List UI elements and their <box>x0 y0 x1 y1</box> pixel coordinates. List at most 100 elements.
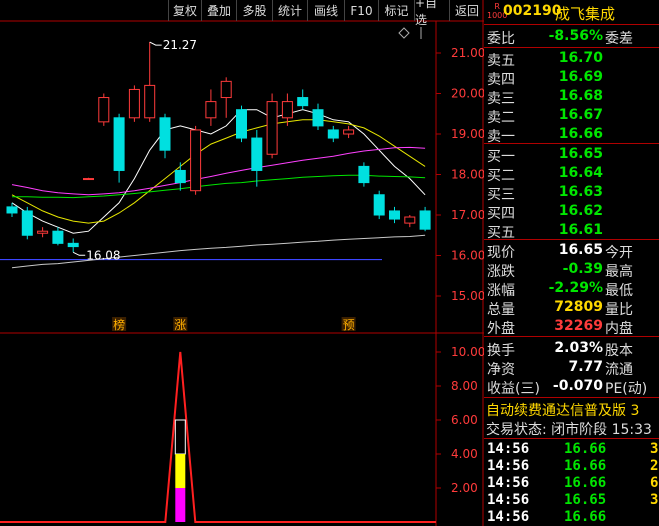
stock-header: R 1000 002190 成飞集成 <box>484 0 659 24</box>
annotation-leader <box>72 251 86 256</box>
kline-chart-area[interactable]: 21.00 20.00 19.00 18.00 17.00 16.00 15.00 10.00… <box>0 0 484 526</box>
stats-label: 净资 <box>487 362 515 378</box>
tick-volume: 3 <box>650 492 659 508</box>
tick-row: 14:56 16.66 <box>484 508 659 526</box>
tick-volume: 3 <box>650 441 659 457</box>
candle-body <box>98 97 110 123</box>
candle-body <box>128 88 140 119</box>
ask-label: 卖三 <box>487 91 515 107</box>
candle-body <box>373 194 385 216</box>
y-tick-label: 19.00 <box>451 127 484 141</box>
tick-price: 16.66 <box>564 441 607 457</box>
quote-panel: R 1000 002190 成飞集成 委比 -8.56% 委差 卖五 16.70 卖… <box>484 0 659 526</box>
stats-value: -0.070 <box>552 378 603 394</box>
bid-row: 买一 16.65 <box>484 145 659 165</box>
quote-label-2: 内盘 <box>605 321 633 337</box>
ask-price: 16.68 <box>558 88 603 104</box>
quote-label-2: 最低 <box>605 283 633 299</box>
quote-label: 涨幅 <box>487 283 515 299</box>
tick-time: 14:56 <box>487 458 530 474</box>
tick-price: 16.65 <box>564 492 607 508</box>
bid-price: 16.62 <box>558 203 603 219</box>
candle-body <box>327 129 339 139</box>
candle-body <box>389 210 400 220</box>
toolbar-item-6[interactable]: 标记 <box>378 0 414 21</box>
candle-body <box>404 216 416 224</box>
toolbar-item-4[interactable]: 画线 <box>307 0 344 21</box>
marker-label[interactable]: 榜 <box>113 317 125 332</box>
order-ratio-row: 委比 -8.56% 委差 <box>484 27 659 47</box>
quote-value: 32269 <box>554 318 603 334</box>
trade-status: 交易状态: 闭市阶段 15:33 <box>486 422 652 438</box>
toolbar-item-3[interactable]: 统计 <box>272 0 307 21</box>
ask-price: 16.69 <box>558 69 603 85</box>
stats-row: 净资 7.77 流通 <box>484 358 659 378</box>
tick-price: 16.66 <box>564 509 607 525</box>
y-tick-label: 17.00 <box>451 208 484 222</box>
candle-body <box>52 230 64 244</box>
candle-body <box>419 210 431 230</box>
ask-row: 卖二 16.67 <box>484 106 659 126</box>
signal-line <box>0 351 436 523</box>
quote-label-2: 今开 <box>605 245 633 261</box>
annotation-label: 21.27 <box>163 38 197 52</box>
marker-label[interactable]: 预 <box>343 318 355 332</box>
ask-label: 卖四 <box>487 72 515 88</box>
bid-row: 买二 16.64 <box>484 164 659 184</box>
toolbar-item-8[interactable]: 返回 <box>449 0 484 21</box>
stats-label-2: 流通 <box>605 362 633 378</box>
candle-body <box>190 129 202 192</box>
ask-label: 卖二 <box>487 110 515 126</box>
toolbar-item-0[interactable]: 复权 <box>168 0 201 21</box>
candle-body <box>83 178 94 181</box>
signal-bar-yellow <box>175 454 186 488</box>
tick-time: 14:56 <box>487 441 530 457</box>
quote-value: -0.39 <box>562 261 603 277</box>
diamond-icon[interactable] <box>398 27 410 39</box>
stats-row: 换手 2.03% 股本 <box>484 339 659 359</box>
bid-row: 买五 16.61 <box>484 221 659 241</box>
stats-value: 7.77 <box>568 359 603 375</box>
candle-body <box>297 97 309 107</box>
stock-code: 002190 <box>503 3 562 19</box>
bid-label: 买四 <box>487 206 515 222</box>
candle-body <box>251 137 263 171</box>
candle-body <box>113 117 125 171</box>
tick-price: 16.66 <box>564 475 607 491</box>
ask-price: 16.66 <box>558 126 603 142</box>
bid-label: 买一 <box>487 149 515 165</box>
tick-volume: 2 <box>650 458 659 474</box>
candle-body <box>159 117 171 151</box>
toolbar-item-7[interactable]: +自选 <box>414 0 449 27</box>
annotation-leader <box>149 41 162 46</box>
quote-label: 外盘 <box>487 321 515 337</box>
y-tick-label: 18.00 <box>451 168 484 182</box>
stock-name: 成飞集成 <box>555 5 616 23</box>
bid-price: 16.64 <box>558 165 603 181</box>
candle-body <box>174 169 186 184</box>
marker-label[interactable]: 涨 <box>174 317 186 332</box>
tick-volume: 6 <box>650 475 659 491</box>
toolbar-item-2[interactable]: 多股 <box>236 0 272 21</box>
toolbar-item-5[interactable]: F10 <box>344 0 378 21</box>
y-tick-label: 21.00 <box>451 46 484 60</box>
candle-body <box>236 109 247 139</box>
quote-row: 现价 16.65 今开 <box>484 241 659 261</box>
sub-y-tick-label: 6.00 <box>451 413 478 427</box>
ask-row: 卖三 16.68 <box>484 87 659 107</box>
ask-row: 卖一 16.66 <box>484 125 659 145</box>
promo-banner[interactable]: 自动续费通达信普及版 3 <box>484 399 659 419</box>
candle-body <box>205 101 217 119</box>
candle-body <box>67 242 79 248</box>
annotation-label: 16.08 <box>86 248 120 262</box>
toolbar-item-1[interactable]: 叠加 <box>201 0 236 21</box>
candle-body <box>37 230 49 234</box>
quote-row: 涨跌 -0.39 最高 <box>484 260 659 280</box>
quote-label-2: 最高 <box>605 264 633 280</box>
sub-y-tick-label: 8.00 <box>451 379 478 393</box>
ask-price: 16.70 <box>558 50 603 66</box>
candle-body <box>266 101 278 155</box>
quote-value: -2.29% <box>548 280 603 296</box>
ask-row: 卖四 16.69 <box>484 68 659 88</box>
stats-label: 换手 <box>487 343 515 359</box>
